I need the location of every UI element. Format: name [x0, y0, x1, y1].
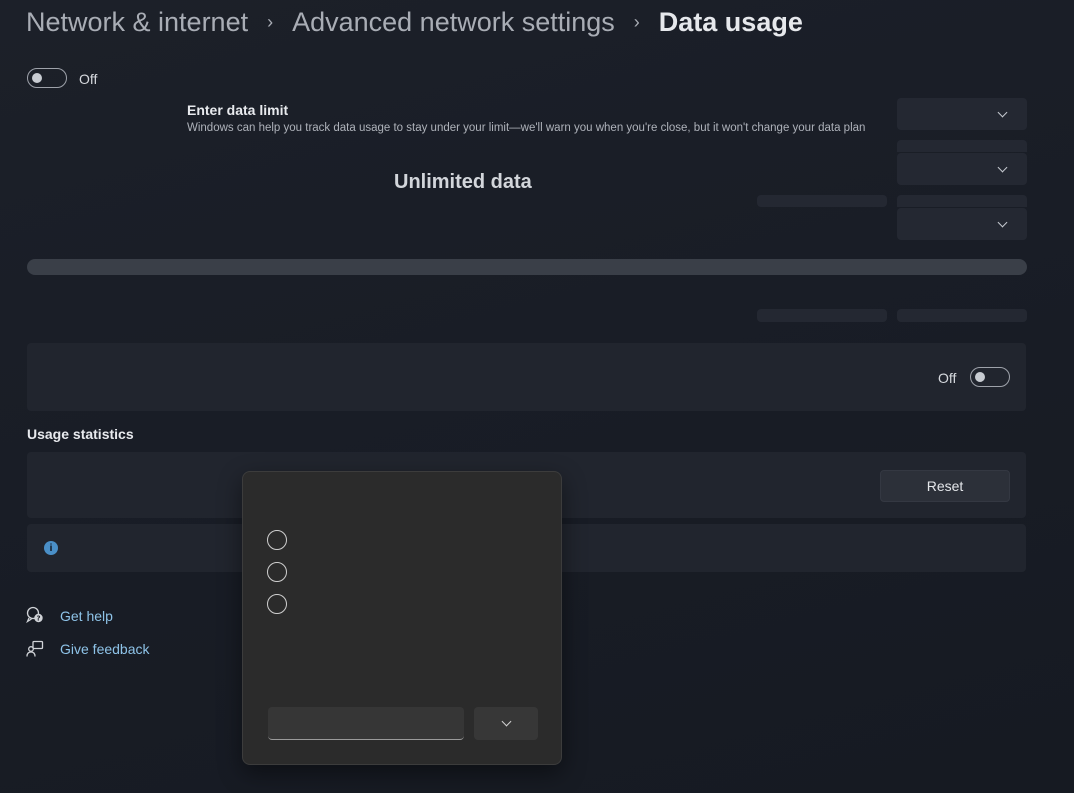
- chevron-down-icon: [997, 217, 1008, 228]
- toggle-knob: [32, 73, 42, 83]
- dropdown-2[interactable]: [897, 153, 1027, 185]
- data-limit-dialog: [242, 471, 562, 765]
- dropdown-label-placeholder: [897, 140, 1027, 152]
- limit-type-radio-2[interactable]: [267, 562, 287, 582]
- breadcrumb-advanced-network-settings[interactable]: Advanced network settings: [292, 7, 615, 38]
- metered-toggle-state: Off: [79, 71, 98, 87]
- background-data-toggle[interactable]: [970, 367, 1010, 387]
- give-feedback-icon: [26, 640, 44, 657]
- svg-text:?: ?: [36, 615, 40, 623]
- page-title: Data usage: [658, 6, 803, 37]
- data-limit-description: Windows can help you track data usage to…: [187, 122, 866, 134]
- chevron-right-icon: ›: [633, 11, 640, 32]
- reset-button[interactable]: Reset: [880, 470, 1010, 502]
- chevron-down-icon: [997, 107, 1008, 118]
- background-data-toggle-state: Off: [938, 370, 957, 386]
- give-feedback-link[interactable]: Give feedback: [60, 641, 150, 657]
- get-help-icon: ?: [26, 606, 43, 624]
- limit-type-radio-1[interactable]: [267, 530, 287, 550]
- breadcrumb-network-internet[interactable]: Network & internet: [26, 7, 248, 38]
- unit-select-dropdown[interactable]: [474, 707, 538, 740]
- toggle-knob: [975, 372, 985, 382]
- chevron-right-icon: ›: [267, 11, 274, 32]
- network-select-dropdown[interactable]: [897, 98, 1027, 130]
- button-placeholder[interactable]: [757, 309, 887, 322]
- text-placeholder: [757, 195, 887, 207]
- data-limit-input[interactable]: [268, 707, 464, 740]
- limit-type-radio-3[interactable]: [267, 594, 287, 614]
- background-data-card: [27, 343, 1026, 411]
- data-usage-progress-bar: [27, 259, 1027, 275]
- dropdown-label-placeholder: [897, 195, 1027, 207]
- chevron-down-icon: [997, 162, 1008, 173]
- dropdown-3[interactable]: [897, 208, 1027, 240]
- button-placeholder[interactable]: [897, 309, 1027, 322]
- metered-connection-toggle[interactable]: [27, 68, 67, 88]
- breadcrumb: Network & internet › Advanced network se…: [26, 4, 803, 40]
- data-limit-title: Enter data limit: [187, 102, 289, 118]
- info-icon: i: [44, 541, 58, 555]
- chevron-down-icon: [501, 716, 512, 727]
- data-limit-status: Unlimited data: [394, 171, 532, 193]
- usage-statistics-heading: Usage statistics: [27, 426, 134, 442]
- get-help-link[interactable]: Get help: [60, 608, 113, 624]
